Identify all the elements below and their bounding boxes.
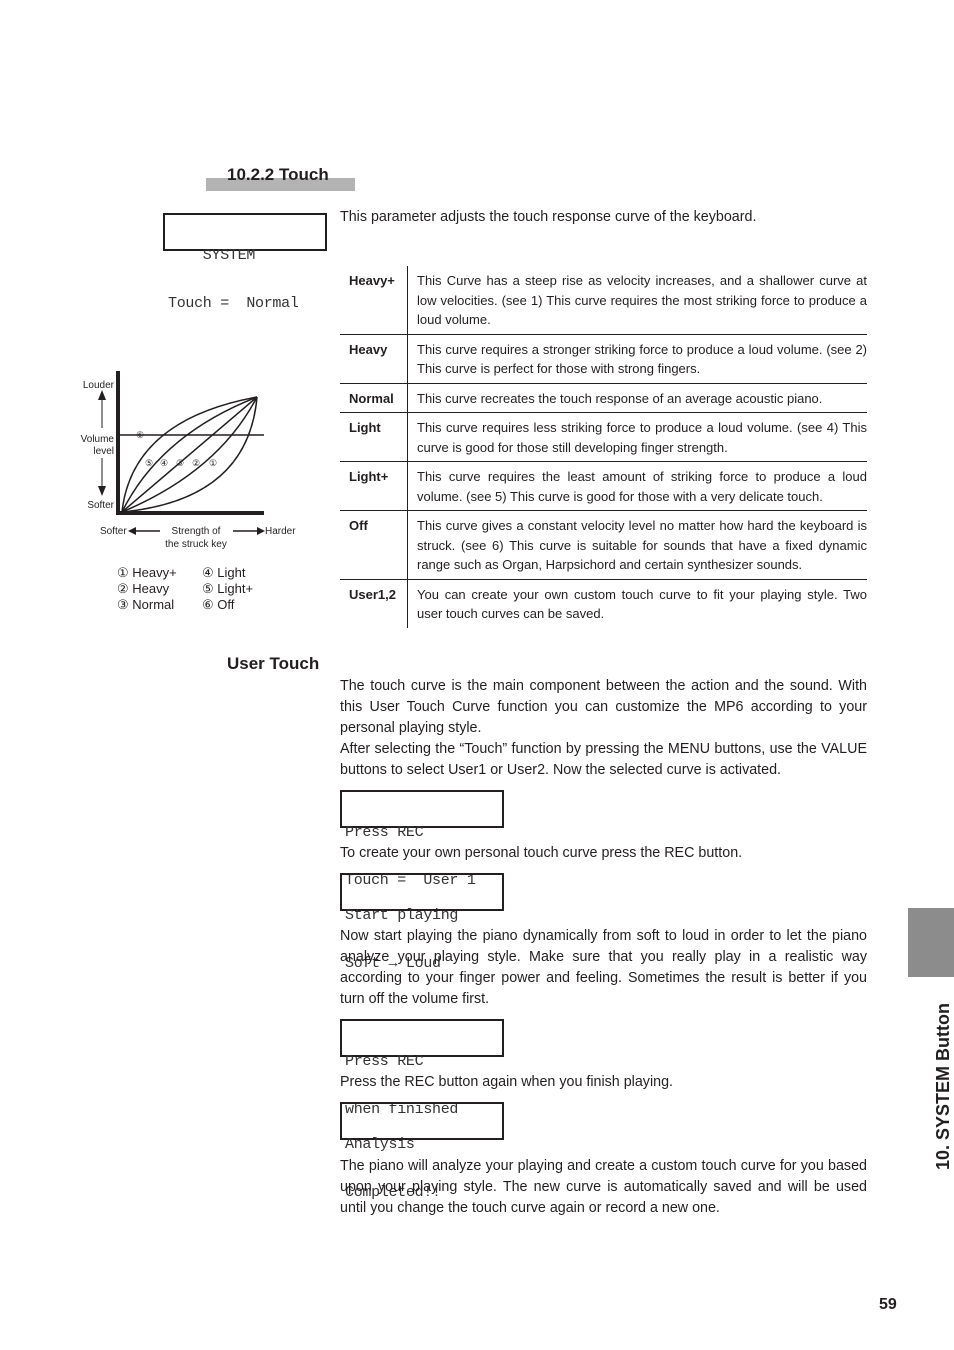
touch-curve-table: Heavy+ This Curve has a steep rise as vel… (340, 266, 867, 628)
curve-name: Light (340, 412, 408, 462)
arrow-up-head (98, 390, 106, 400)
legend-item: ② Heavy (117, 581, 170, 596)
arrow-left-head (128, 527, 136, 535)
curve-name: Normal (340, 383, 408, 413)
lcd-press-rec: Press REC Touch = User 1 (340, 790, 504, 889)
lcd-line: SYSTEM (168, 247, 256, 264)
paragraph: The piano will analyze your playing and … (340, 1158, 867, 1216)
lcd-start-playing: Start playing Soft → Loud (340, 873, 504, 972)
section-title: 10.2.2 Touch (227, 165, 329, 184)
table-row: Light This curve requires less striking f… (340, 412, 867, 462)
mark-5: ⑤ (145, 458, 153, 468)
lcd-line: Touch = Normal (168, 295, 299, 312)
label-softer-x: Softer (100, 526, 127, 537)
curve-description: This curve requires less striking force … (407, 412, 867, 462)
label-level: level (93, 446, 114, 457)
arrow-down-head (98, 486, 106, 496)
curve-name: Off (340, 510, 408, 580)
mark-4: ④ (160, 458, 168, 468)
label-strength-1: Strength of (172, 526, 221, 537)
side-tab (908, 908, 954, 977)
side-tab-label: 10. SYSTEM Button (933, 1002, 953, 1170)
legend-item: ⑤ Light+ (202, 581, 254, 596)
table-row: User1,2 You can create your own custom to… (340, 579, 867, 628)
legend-col-2: ④ Light ⑤ Light+ ⑥ Off (202, 565, 253, 613)
table-row: Normal This curve recreates the touch res… (340, 383, 867, 413)
paragraph: Now start playing the piano dynamically … (340, 928, 867, 1007)
paragraph: After selecting the “Touch” function by … (340, 741, 867, 778)
label-harder: Harder (265, 526, 296, 537)
table-row: Heavy This curve requires a stronger stri… (340, 334, 867, 384)
curve-description: This Curve has a steep rise as velocity … (407, 266, 867, 335)
label-strength-2: the struck key (165, 539, 227, 550)
label-softer-y: Softer (87, 500, 114, 511)
table-row: Off This curve gives a constant velocity … (340, 510, 867, 580)
arrow-right-head (257, 527, 265, 535)
table-row: Heavy+ This Curve has a steep rise as vel… (340, 266, 867, 335)
lcd-system: SYSTEM Touch = Normal (163, 213, 327, 312)
paragraph: The touch curve is the main component be… (340, 678, 867, 736)
user-touch-title: User Touch (227, 654, 320, 673)
legend-item: ① Heavy+ (117, 565, 177, 580)
curve-description: You can create your own custom touch cur… (417, 586, 867, 622)
curve-description: This curve requires the least amount of … (407, 461, 867, 511)
lcd-line: Press REC (345, 824, 424, 841)
label-louder: Louder (83, 380, 115, 391)
lcd-analysis: Analysis Completed!! (340, 1102, 504, 1201)
paragraph: Press the REC button again when you fini… (340, 1074, 673, 1090)
legend-item: ③ Normal (117, 597, 175, 612)
lcd-line: Analysis (345, 1136, 415, 1153)
curve-description: This curve recreates the touch response … (407, 383, 867, 413)
mark-2: ② (192, 458, 200, 468)
lcd-line: Start playing (345, 907, 459, 924)
legend-item: ⑥ Off (202, 597, 235, 612)
curve-name: Heavy (340, 334, 408, 384)
table-row: Light+ This curve requires the least amou… (340, 461, 867, 511)
lcd-line: Press REC (345, 1053, 424, 1070)
paragraph: To create your own personal touch curve … (340, 845, 743, 861)
legend-item: ④ Light (202, 565, 246, 580)
page-number: 59 (879, 1296, 897, 1313)
curve-description: This curve requires a stronger striking … (407, 334, 867, 384)
curve-name: Heavy+ (340, 266, 408, 335)
curve-name: Light+ (340, 461, 408, 511)
curve-name: User1,2 (340, 579, 408, 628)
mark-1: ① (209, 458, 217, 468)
mark-3: ③ (176, 458, 184, 468)
lcd-press-rec-finished: Press REC when finished (340, 1019, 504, 1118)
curve-description: This curve gives a constant velocity lev… (407, 510, 867, 580)
mark-off: ⑥ (136, 430, 144, 440)
legend-col-1: ① Heavy+ ② Heavy ③ Normal (117, 565, 177, 613)
intro-text: This parameter adjusts the touch respons… (340, 209, 757, 225)
touch-curve-diagram: Louder Volume level Softer ⑥ ⑤ ④ ③ ② ① S… (81, 371, 296, 550)
label-volume: Volume (81, 434, 115, 445)
